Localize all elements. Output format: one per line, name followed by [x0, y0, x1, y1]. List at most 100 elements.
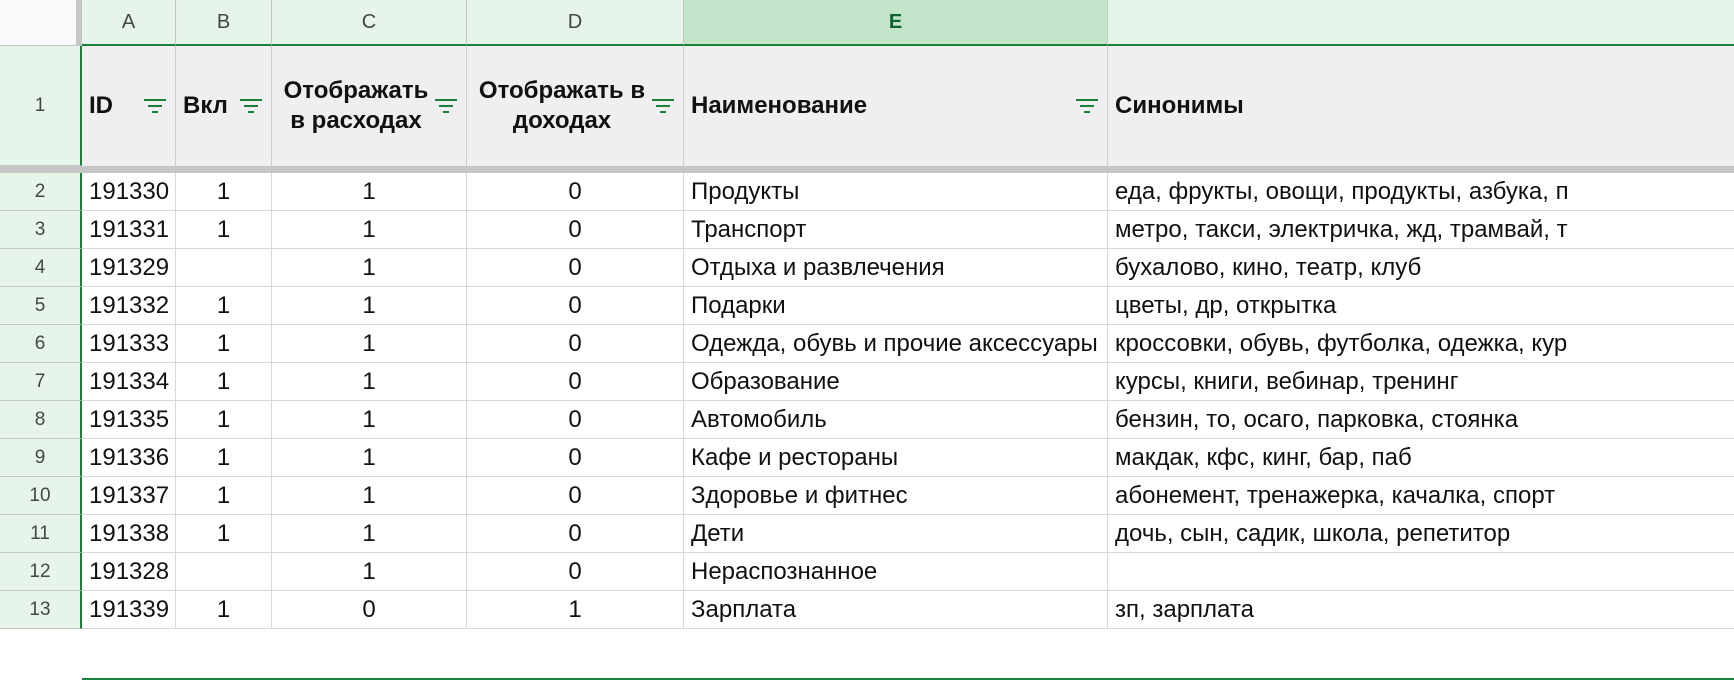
cell-synonyms[interactable]: абонемент, тренажерка, качалка, спорт [1108, 477, 1734, 515]
cell-show-in-income[interactable]: 0 [467, 515, 684, 553]
frozen-row-divider-corner[interactable] [0, 166, 82, 173]
cell-name[interactable]: Образование [684, 363, 1108, 401]
cell-name[interactable]: Отдыха и развлечения [684, 249, 1108, 287]
cell-show-in-expenses[interactable]: 1 [272, 173, 467, 211]
row-header-10[interactable]: 10 [0, 477, 82, 515]
header-cell-id[interactable]: ID [82, 46, 176, 166]
cell-show-in-income[interactable]: 1 [467, 591, 684, 629]
cell-name[interactable]: Одежда, обувь и прочие аксессуары [684, 325, 1108, 363]
cell-name[interactable]: Транспорт [684, 211, 1108, 249]
select-all-corner[interactable] [0, 0, 82, 46]
cell-enabled[interactable] [176, 553, 272, 591]
cell-show-in-expenses[interactable]: 1 [272, 363, 467, 401]
cell-id[interactable]: 191329 [82, 249, 176, 287]
header-cell-synonyms[interactable]: Синонимы [1108, 46, 1734, 166]
cell-id[interactable]: 191330 [82, 173, 176, 211]
cell-name[interactable]: Подарки [684, 287, 1108, 325]
cell-synonyms[interactable]: зп, зарплата [1108, 591, 1734, 629]
cell-synonyms[interactable]: еда, фрукты, овощи, продукты, азбука, п [1108, 173, 1734, 211]
column-header-e[interactable]: E [684, 0, 1108, 46]
cell-enabled[interactable]: 1 [176, 363, 272, 401]
cell-name[interactable]: Здоровье и фитнес [684, 477, 1108, 515]
row-header-5[interactable]: 5 [0, 287, 82, 325]
cell-show-in-income[interactable]: 0 [467, 477, 684, 515]
cell-enabled[interactable]: 1 [176, 591, 272, 629]
row-header-6[interactable]: 6 [0, 325, 82, 363]
cell-show-in-expenses[interactable]: 1 [272, 439, 467, 477]
cell-show-in-expenses[interactable]: 1 [272, 325, 467, 363]
cell-show-in-expenses[interactable]: 1 [272, 287, 467, 325]
header-cell-show-in-income[interactable]: Отображать в доходах [467, 46, 684, 166]
row-header-1[interactable]: 1 [0, 46, 82, 166]
column-header-c[interactable]: C [272, 0, 467, 46]
cell-show-in-income[interactable]: 0 [467, 211, 684, 249]
row-header-11[interactable]: 11 [0, 515, 82, 553]
cell-id[interactable]: 191338 [82, 515, 176, 553]
cell-show-in-income[interactable]: 0 [467, 439, 684, 477]
cell-synonyms[interactable]: макдак, кфс, кинг, бар, паб [1108, 439, 1734, 477]
cell-synonyms[interactable]: курсы, книги, вебинар, тренинг [1108, 363, 1734, 401]
cell-name[interactable]: Дети [684, 515, 1108, 553]
cell-show-in-income[interactable]: 0 [467, 325, 684, 363]
filter-icon[interactable] [433, 96, 459, 116]
cell-synonyms[interactable]: бухалово, кино, театр, клуб [1108, 249, 1734, 287]
frozen-row-divider[interactable] [82, 166, 1734, 173]
filter-icon[interactable] [650, 96, 676, 116]
cell-show-in-income[interactable]: 0 [467, 173, 684, 211]
filter-icon[interactable] [142, 96, 168, 116]
cell-show-in-income[interactable]: 0 [467, 363, 684, 401]
row-header-8[interactable]: 8 [0, 401, 82, 439]
cell-name[interactable]: Зарплата [684, 591, 1108, 629]
column-header-a[interactable]: A [82, 0, 176, 46]
cell-show-in-income[interactable]: 0 [467, 553, 684, 591]
row-header-3[interactable]: 3 [0, 211, 82, 249]
cell-show-in-income[interactable]: 0 [467, 249, 684, 287]
cell-synonyms[interactable]: бензин, то, осаго, парковка, стоянка [1108, 401, 1734, 439]
column-header-b[interactable]: B [176, 0, 272, 46]
cell-name[interactable]: Кафе и рестораны [684, 439, 1108, 477]
cell-name[interactable]: Продукты [684, 173, 1108, 211]
row-header-4[interactable]: 4 [0, 249, 82, 287]
cell-show-in-expenses[interactable]: 1 [272, 515, 467, 553]
cell-id[interactable]: 191336 [82, 439, 176, 477]
cell-synonyms[interactable] [1108, 553, 1734, 591]
cell-id[interactable]: 191332 [82, 287, 176, 325]
header-cell-enabled[interactable]: Вкл [176, 46, 272, 166]
header-cell-show-in-expenses[interactable]: Отображать в расходах [272, 46, 467, 166]
cell-enabled[interactable]: 1 [176, 211, 272, 249]
cell-name[interactable]: Автомобиль [684, 401, 1108, 439]
cell-show-in-income[interactable]: 0 [467, 287, 684, 325]
cell-show-in-expenses[interactable]: 1 [272, 477, 467, 515]
cell-enabled[interactable]: 1 [176, 515, 272, 553]
cell-enabled[interactable]: 1 [176, 439, 272, 477]
cell-show-in-income[interactable]: 0 [467, 401, 684, 439]
cell-synonyms[interactable]: дочь, сын, садик, школа, репетитор [1108, 515, 1734, 553]
filter-icon[interactable] [1074, 96, 1100, 116]
cell-show-in-expenses[interactable]: 1 [272, 211, 467, 249]
row-header-12[interactable]: 12 [0, 553, 82, 591]
cell-synonyms[interactable]: метро, такси, электричка, жд, трамвай, т [1108, 211, 1734, 249]
cell-enabled[interactable]: 1 [176, 287, 272, 325]
cell-enabled[interactable]: 1 [176, 401, 272, 439]
cell-name[interactable]: Нераспознанное [684, 553, 1108, 591]
cell-id[interactable]: 191331 [82, 211, 176, 249]
filter-icon[interactable] [238, 96, 264, 116]
header-cell-name[interactable]: Наименование [684, 46, 1108, 166]
row-header-7[interactable]: 7 [0, 363, 82, 401]
cell-id[interactable]: 191337 [82, 477, 176, 515]
cell-enabled[interactable]: 1 [176, 173, 272, 211]
cell-id[interactable]: 191335 [82, 401, 176, 439]
cell-enabled[interactable]: 1 [176, 477, 272, 515]
row-header-13[interactable]: 13 [0, 591, 82, 629]
cell-id[interactable]: 191328 [82, 553, 176, 591]
cell-synonyms[interactable]: цветы, др, открытка [1108, 287, 1734, 325]
cell-enabled[interactable]: 1 [176, 325, 272, 363]
cell-id[interactable]: 191334 [82, 363, 176, 401]
cell-id[interactable]: 191339 [82, 591, 176, 629]
cell-id[interactable]: 191333 [82, 325, 176, 363]
row-header-9[interactable]: 9 [0, 439, 82, 477]
cell-show-in-expenses[interactable]: 1 [272, 553, 467, 591]
cell-enabled[interactable] [176, 249, 272, 287]
column-header-d[interactable]: D [467, 0, 684, 46]
cell-show-in-expenses[interactable]: 0 [272, 591, 467, 629]
